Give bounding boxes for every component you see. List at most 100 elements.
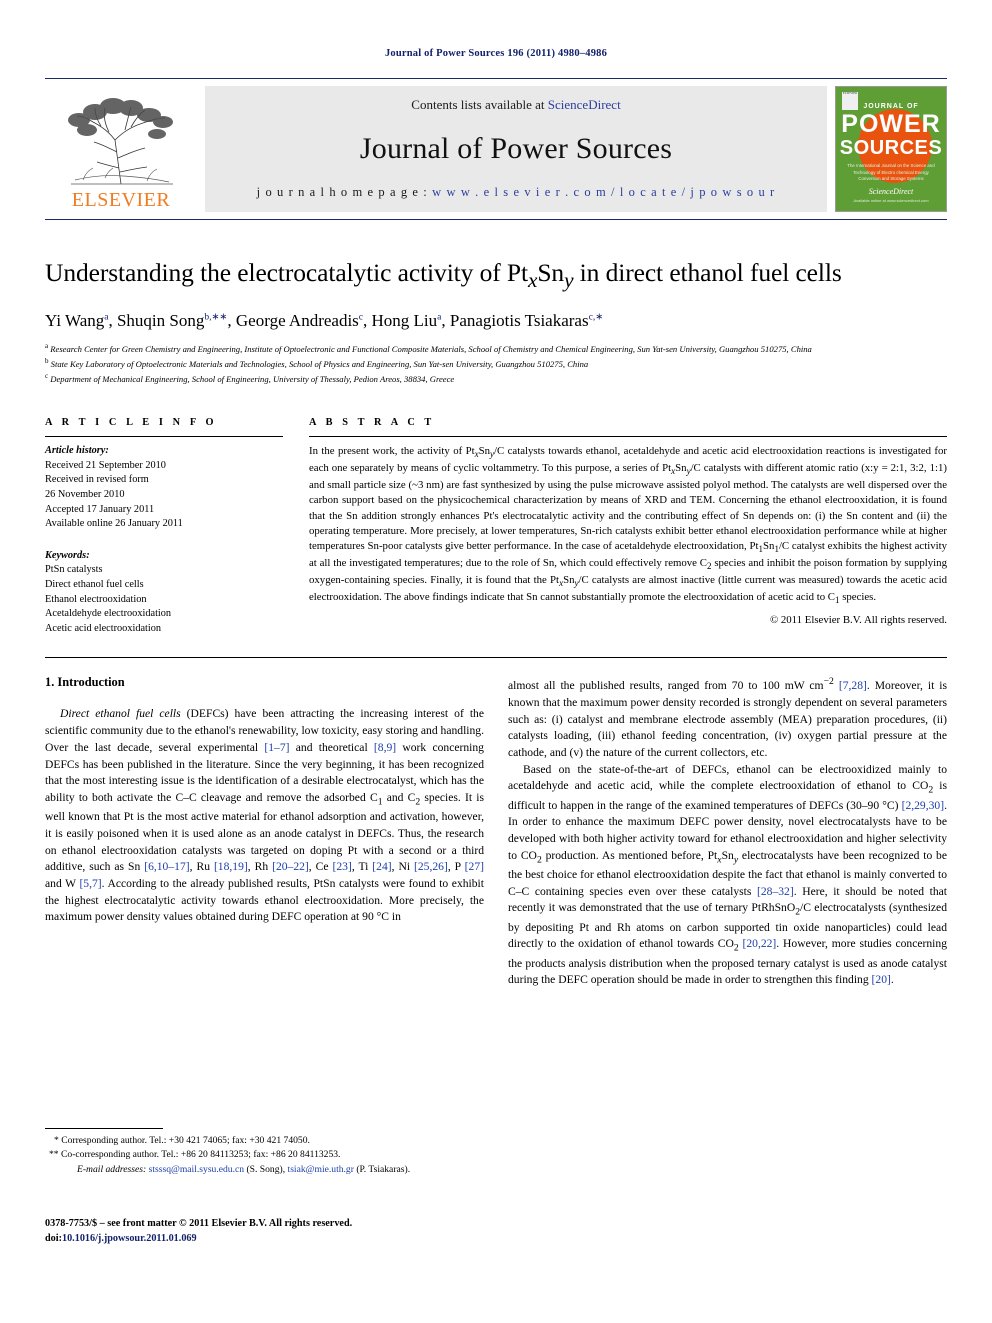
author-5: Panagiotis Tsiakarasc,∗ <box>450 311 603 330</box>
paper-page: Journal of Power Sources 196 (2011) 4980… <box>0 0 992 1323</box>
citation-ref[interactable]: [7,28] <box>839 679 867 692</box>
author-2-name: Shuqin Song <box>116 310 205 330</box>
citation-ref[interactable]: [20–22] <box>272 860 309 873</box>
affiliation-list: a Research Center for Green Chemistry an… <box>45 341 947 387</box>
article-info-column: A R T I C L E I N F O Article history: R… <box>45 417 283 636</box>
journal-title: Journal of Power Sources <box>359 132 673 165</box>
cover-line-sources: SOURCES <box>839 137 943 159</box>
citation-ref[interactable]: [1–7] <box>264 741 289 754</box>
page-footer: 0378-7753/$ – see front matter © 2011 El… <box>45 1216 484 1247</box>
cover-line-journal-of: JOURNAL OF <box>863 103 919 110</box>
body-column-left: 1. Introduction Direct ethanol fuel cell… <box>45 675 484 988</box>
author-4: Hong Liua <box>372 311 442 330</box>
keywords-label: Keywords: <box>45 549 90 561</box>
contents-prefix: Contents lists available at <box>411 97 548 112</box>
article-info-heading: A R T I C L E I N F O <box>45 417 218 429</box>
lead-in-term: Direct ethanol fuel cells <box>60 707 181 721</box>
author-list: Yi Wanga, Shuqin Songb,∗∗, George Andrea… <box>45 310 947 332</box>
title-block: Understanding the electrocatalytic activ… <box>45 258 947 386</box>
title-sub-y: y <box>564 268 574 293</box>
elsevier-tree-icon <box>68 98 173 185</box>
email-owner-song: (S. Song), <box>246 1163 286 1175</box>
article-history-label: Article history: <box>45 445 109 457</box>
paragraph-right-1: almost all the published results, ranged… <box>508 676 947 760</box>
journal-banner: Contents lists available at ScienceDirec… <box>205 86 827 212</box>
footnote-emails: E-mail addresses: stsssq@mail.sysu.edu.c… <box>45 1163 484 1177</box>
author-4-name: Hong Liu <box>371 310 438 330</box>
article-history-block: Article history: Received 21 September 2… <box>45 444 283 532</box>
email-link-song[interactable]: stsssq@mail.sysu.edu.cn <box>149 1164 244 1175</box>
affiliation-c: c Department of Mechanical Engineering, … <box>45 371 947 386</box>
section-title-introduction: 1. Introduction <box>45 675 125 690</box>
footnote-rule <box>45 1128 163 1129</box>
affiliation-a: a Research Center for Green Chemistry an… <box>45 341 947 356</box>
paragraph-right-2: Based on the state-of-the-art of DEFCs, … <box>508 762 947 987</box>
info-and-abstract: A R T I C L E I N F O Article history: R… <box>45 417 947 636</box>
title-sub-x: x <box>527 268 538 293</box>
author-1: Yi Wanga <box>45 311 108 330</box>
abstract-column: A B S T R A C T In the present work, the… <box>309 417 947 636</box>
citation-ref[interactable]: [18,19] <box>214 860 248 873</box>
keyword-1: Direct ethanol fuel cells <box>45 579 144 591</box>
title-part-3: Sn <box>537 258 565 287</box>
keywords-block: Keywords: PtSn catalysts Direct ethanol … <box>45 549 283 637</box>
citation-ref[interactable]: [27] <box>465 860 484 873</box>
history-item-4: Available online 26 January 2011 <box>45 518 183 530</box>
cover-subtitle: The International Journal on the Science… <box>847 163 935 182</box>
history-item-0: Received 21 September 2010 <box>45 459 166 471</box>
affiliation-b: b State Key Laboratory of Optoelectronic… <box>45 356 947 371</box>
doi-link[interactable]: 10.1016/j.jpowsour.2011.01.069 <box>62 1233 197 1244</box>
citation-ref[interactable]: [20,22] <box>742 937 776 950</box>
history-item-3: Accepted 17 January 2011 <box>45 503 155 515</box>
cover-line-power: POWER <box>841 110 941 138</box>
author-2: Shuqin Songb,∗∗ <box>117 311 227 330</box>
title-part-1: Understanding the electrocatalytic activ… <box>45 258 528 287</box>
body-separator-rule <box>45 657 947 659</box>
article-info-rule <box>45 436 283 438</box>
citation-ref[interactable]: [28–32] <box>757 885 794 898</box>
footnote-corresponding-author: * Corresponding author. Tel.: +30 421 74… <box>54 1135 310 1146</box>
affiliation-a-mark: a <box>45 341 49 350</box>
author-sep-4: , <box>441 310 450 330</box>
citation-ref[interactable]: [2,29,30] <box>902 799 945 812</box>
citation-ref[interactable]: [8,9] <box>374 741 396 754</box>
keyword-4: Acetic acid electrooxidation <box>45 622 162 634</box>
citation-ref[interactable]: [5,7] <box>79 877 101 890</box>
affiliation-c-mark: c <box>45 371 49 380</box>
affiliation-c-text: Department of Mechanical Engineering, Sc… <box>50 373 455 384</box>
masthead-bottom-rule <box>45 219 947 220</box>
author-3-name: George Andreadis <box>235 310 359 330</box>
keyword-0: PtSn catalysts <box>45 564 103 576</box>
citation-ref[interactable]: [6,10–17] <box>144 860 189 873</box>
citation-ref[interactable]: [20] <box>872 973 891 986</box>
sciencedirect-link[interactable]: ScienceDirect <box>548 97 621 112</box>
doi-line: doi:10.1016/j.jpowsour.2011.01.069 <box>45 1231 484 1246</box>
author-3: George Andreadisc <box>236 311 363 330</box>
author-sep-1: , <box>108 310 117 330</box>
author-sep-3: , <box>363 310 372 330</box>
citation-ref[interactable]: [24] <box>372 860 391 873</box>
homepage-url-link[interactable]: w w w . e l s e v i e r . c o m / l o c … <box>432 185 775 199</box>
author-5-name: Panagiotis Tsiakaras <box>449 310 589 330</box>
footnotes-block: * Corresponding author. Tel.: +30 421 74… <box>45 1128 484 1177</box>
page-title: Understanding the electrocatalytic activ… <box>45 258 947 293</box>
masthead: ELSEVIER Contents lists available at Sci… <box>45 78 947 220</box>
cover-publisher-mark: ScienceDirect <box>868 187 914 196</box>
author-sep-2: , <box>227 310 236 330</box>
email-link-tsiakaras[interactable]: tsiak@mie.uth.gr <box>288 1164 354 1175</box>
body-column-right: almost all the published results, ranged… <box>508 675 947 988</box>
email-addresses-label: E-mail addresses: <box>77 1163 147 1175</box>
body-columns: 1. Introduction Direct ethanol fuel cell… <box>45 675 947 988</box>
footnote-co-corresponding-author: ** Co-corresponding author. Tel.: +86 20… <box>49 1149 341 1161</box>
homepage-label: j o u r n a l h o m e p a g e : <box>256 185 433 199</box>
citation-ref[interactable]: [25,26] <box>414 860 448 873</box>
author-2-marks: b,∗∗ <box>204 311 228 322</box>
citation-ref[interactable]: [23] <box>332 860 351 873</box>
email-owner-tsiakaras: (P. Tsiakaras). <box>356 1163 411 1175</box>
running-head: Journal of Power Sources 196 (2011) 4980… <box>384 48 608 59</box>
author-1-name: Yi Wang <box>45 310 105 330</box>
abstract-text: In the present work, the activity of Ptx… <box>309 445 948 606</box>
abstract-rule <box>309 436 947 438</box>
abstract-heading: A B S T R A C T <box>309 417 435 429</box>
affiliation-b-text: State Key Laboratory of Optoelectronic M… <box>50 358 589 369</box>
